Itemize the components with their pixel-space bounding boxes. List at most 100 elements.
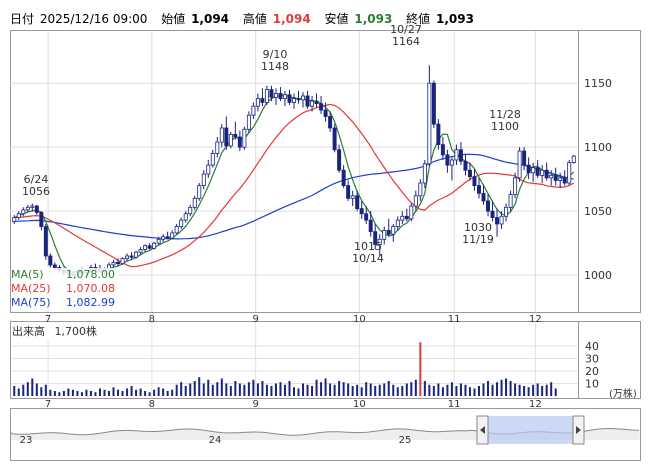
candle-body	[170, 232, 175, 239]
candle-body	[553, 174, 558, 181]
volume-title-label: 出来高	[12, 325, 45, 338]
volume-title: 出来高 1,700株	[12, 323, 97, 339]
volume-bar	[121, 391, 124, 396]
volume-bar	[491, 384, 494, 396]
candle-body	[472, 176, 477, 186]
candle-body	[246, 114, 251, 130]
volume-bar	[338, 381, 341, 396]
volume-bar	[162, 388, 165, 396]
volume-bar	[112, 387, 115, 396]
candle-body	[174, 226, 179, 234]
candle-body	[504, 206, 509, 217]
stock-chart-widget: 日付 2025/12/16 09:00 始値 1,094 高値 1,094 安値…	[0, 0, 653, 470]
volume-bar	[247, 382, 250, 396]
candle-body	[486, 200, 490, 212]
annotation-line-2: 1056	[22, 185, 50, 198]
volume-bar	[288, 381, 291, 396]
candle	[567, 159, 572, 186]
candle-body	[156, 238, 161, 244]
volume-bar	[360, 387, 363, 396]
volume-bar	[49, 389, 52, 396]
candle-body	[531, 167, 536, 174]
volume-bar	[139, 388, 142, 396]
volume-bar	[392, 384, 395, 396]
candle-body	[228, 133, 233, 147]
volume-bar	[166, 391, 169, 396]
volume-bar	[270, 386, 273, 396]
volume-bar	[347, 383, 350, 396]
candle-body	[287, 94, 292, 103]
candle-body	[183, 213, 188, 221]
volume-bar	[369, 383, 372, 396]
volume-bar	[243, 384, 246, 396]
volume-bar	[554, 388, 557, 396]
volume-bar	[509, 381, 512, 396]
candle-body	[513, 177, 518, 195]
candle-body	[260, 98, 265, 103]
candle-body	[449, 159, 454, 166]
volume-bar	[17, 388, 20, 396]
candle-body	[431, 82, 436, 125]
candle-body	[152, 242, 157, 249]
volume-bar	[207, 379, 210, 396]
candle-body	[251, 105, 256, 116]
candle-body	[273, 93, 278, 98]
volume-bar	[130, 386, 133, 396]
volume-bar	[437, 383, 440, 396]
candle-body	[391, 226, 396, 235]
volume-bar	[419, 342, 422, 396]
volume-bar	[329, 383, 332, 396]
volume-bar	[473, 388, 476, 396]
navigator-year-label: 25	[399, 435, 412, 446]
volume-bar	[477, 386, 480, 396]
candle	[43, 223, 48, 260]
volume-bar	[387, 381, 390, 396]
navigator-year-label: 23	[20, 435, 33, 446]
candle-body	[562, 177, 567, 184]
volume-bar	[40, 387, 43, 396]
volume-unit: (万株)	[609, 389, 637, 400]
candle-body	[201, 173, 206, 186]
volume-bar	[356, 384, 359, 396]
candle-body	[558, 177, 563, 181]
volume-bar	[297, 388, 300, 396]
candle-body	[445, 154, 450, 166]
volume-bar	[256, 383, 259, 396]
candle	[228, 131, 233, 149]
volume-bar	[432, 386, 435, 396]
candle-body	[111, 261, 116, 266]
candle-body	[454, 149, 459, 161]
volume-bar	[108, 391, 111, 396]
price-tick-label: 1000	[584, 269, 612, 282]
volume-bar	[279, 382, 282, 396]
candle-body	[48, 255, 53, 266]
candle-body	[296, 98, 301, 101]
candle-body	[219, 127, 224, 143]
legend-ma5-value: 1,078.00	[66, 268, 115, 281]
candle-body	[458, 149, 463, 162]
annotation-line-2: 11/19	[462, 233, 494, 246]
candle-body	[359, 208, 364, 215]
candle-body	[147, 245, 152, 249]
volume-bar	[98, 388, 101, 396]
navigator-selection	[484, 416, 575, 444]
candle-body	[323, 109, 328, 117]
volume-bar	[35, 383, 38, 396]
volume-bar	[283, 384, 286, 396]
volume-axis-labels: 40302010	[585, 340, 599, 391]
volume-bar	[423, 381, 426, 396]
candle-body	[43, 226, 48, 257]
candle-body	[382, 229, 387, 240]
volume-bar	[378, 384, 381, 396]
volume-bar	[26, 382, 29, 396]
candle-body	[422, 163, 427, 184]
price-tick-label: 1100	[584, 141, 612, 154]
candle-body	[224, 127, 229, 147]
legend-ma75-value: 1,082.99	[66, 296, 115, 309]
volume-bar	[541, 386, 544, 396]
candle-body	[341, 169, 346, 186]
volume-bar	[144, 391, 147, 396]
candle-body	[116, 261, 121, 265]
volume-bar	[252, 379, 255, 396]
annotation-line-2: 10/14	[352, 252, 384, 265]
